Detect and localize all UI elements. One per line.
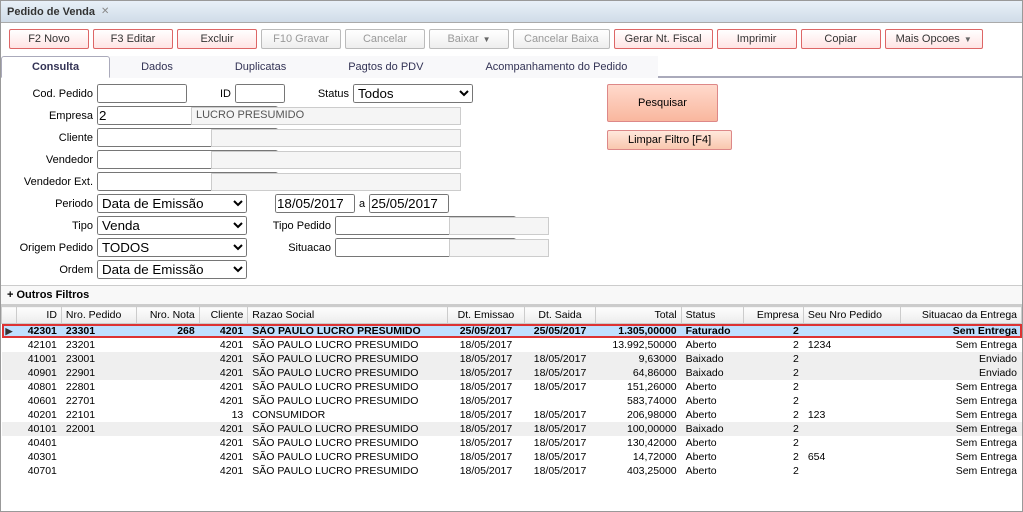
- tab-consulta[interactable]: Consulta: [1, 56, 110, 78]
- table-row[interactable]: 41001230014201SÃO PAULO LUCRO PRESUMIDO1…: [2, 352, 1022, 366]
- col-seu-nro[interactable]: Seu Nro Pedido: [803, 307, 900, 324]
- toolbar: F2 Novo F3 Editar Excluir F10 Gravar Can…: [1, 23, 1022, 53]
- table-row[interactable]: 40101220014201SÃO PAULO LUCRO PRESUMIDO1…: [2, 422, 1022, 436]
- ordem-label: Ordem: [9, 264, 93, 276]
- col-total[interactable]: Total: [596, 307, 681, 324]
- close-icon[interactable]: ✕: [99, 6, 111, 17]
- copiar-button[interactable]: Copiar: [801, 29, 881, 49]
- table-row[interactable]: 40801228014201SÃO PAULO LUCRO PRESUMIDO1…: [2, 380, 1022, 394]
- col-cliente[interactable]: Cliente: [199, 307, 248, 324]
- limpar-filtro-button[interactable]: Limpar Filtro [F4]: [607, 130, 732, 150]
- gerar-nf-button[interactable]: Gerar Nt. Fiscal: [614, 29, 713, 49]
- titlebar: Pedido de Venda ✕: [1, 1, 1022, 23]
- col-id[interactable]: ID: [17, 307, 61, 324]
- empresa-label: Empresa: [9, 110, 93, 122]
- vendedor-ext-nome: [211, 173, 461, 191]
- periodo-fim-input[interactable]: [369, 194, 449, 213]
- col-empresa[interactable]: Empresa: [744, 307, 803, 324]
- ordem-select[interactable]: Data de Emissão: [97, 260, 247, 279]
- table-row[interactable]: 42301233012684201SÃO PAULO LUCRO PRESUMI…: [2, 324, 1022, 339]
- cliente-nome: [211, 129, 461, 147]
- gravar-button[interactable]: F10 Gravar: [261, 29, 341, 49]
- col-nro-pedido[interactable]: Nro. Pedido: [61, 307, 136, 324]
- vendedor-ext-label: Vendedor Ext.: [9, 176, 93, 188]
- origem-label: Origem Pedido: [9, 242, 93, 254]
- cliente-label: Cliente: [9, 132, 93, 144]
- table-row[interactable]: 402012210113CONSUMIDOR18/05/201718/05/20…: [2, 408, 1022, 422]
- mais-opcoes-button[interactable]: Mais Opcoes▼: [885, 29, 983, 49]
- imprimir-button[interactable]: Imprimir: [717, 29, 797, 49]
- table-row[interactable]: 40901229014201SÃO PAULO LUCRO PRESUMIDO1…: [2, 366, 1022, 380]
- tab-pagtos[interactable]: Pagtos do PDV: [317, 56, 454, 78]
- status-select[interactable]: Todos: [353, 84, 473, 103]
- chevron-down-icon: ▼: [964, 35, 972, 44]
- origem-select[interactable]: TODOS: [97, 238, 247, 257]
- status-label: Status: [289, 88, 349, 100]
- table-row[interactable]: 42101232014201SÃO PAULO LUCRO PRESUMIDO1…: [2, 338, 1022, 352]
- empresa-nome: LUCRO PRESUMIDO: [191, 107, 461, 125]
- tab-dados[interactable]: Dados: [110, 56, 204, 78]
- table-row[interactable]: 40601227014201SÃO PAULO LUCRO PRESUMIDO1…: [2, 394, 1022, 408]
- col-emissao[interactable]: Dt. Emissao: [448, 307, 524, 324]
- table-row[interactable]: 403014201SÃO PAULO LUCRO PRESUMIDO18/05/…: [2, 450, 1022, 464]
- vendedor-nome: [211, 151, 461, 169]
- tab-acompanhamento[interactable]: Acompanhamento do Pedido: [454, 56, 658, 78]
- cod-pedido-input[interactable]: [97, 84, 187, 103]
- col-razao[interactable]: Razao Social: [248, 307, 448, 324]
- table-row[interactable]: 407014201SÃO PAULO LUCRO PRESUMIDO18/05/…: [2, 464, 1022, 478]
- col-entrega[interactable]: Situacao da Entrega: [900, 307, 1021, 324]
- window-title: Pedido de Venda: [7, 6, 95, 18]
- cancelar-button[interactable]: Cancelar: [345, 29, 425, 49]
- table-row[interactable]: 404014201SÃO PAULO LUCRO PRESUMIDO18/05/…: [2, 436, 1022, 450]
- col-saida[interactable]: Dt. Saida: [524, 307, 596, 324]
- baixar-button[interactable]: Baixar▼: [429, 29, 509, 49]
- col-nro-nota[interactable]: Nro. Nota: [136, 307, 199, 324]
- tipo-pedido-label: Tipo Pedido: [251, 220, 331, 232]
- tab-duplicatas[interactable]: Duplicatas: [204, 56, 317, 78]
- chevron-down-icon: ▼: [483, 35, 491, 44]
- tipo-label: Tipo: [9, 220, 93, 232]
- periodo-ini-input[interactable]: [275, 194, 355, 213]
- periodo-label: Periodo: [9, 198, 93, 210]
- novo-button[interactable]: F2 Novo: [9, 29, 89, 49]
- periodo-tipo-select[interactable]: Data de Emissão: [97, 194, 247, 213]
- tabs: Consulta Dados Duplicatas Pagtos do PDV …: [1, 55, 1022, 78]
- orders-grid[interactable]: ID Nro. Pedido Nro. Nota Cliente Razao S…: [1, 306, 1022, 478]
- id-label: ID: [191, 88, 231, 100]
- vendedor-label: Vendedor: [9, 154, 93, 166]
- outros-filtros-header[interactable]: + Outros Filtros: [1, 285, 1022, 305]
- id-input[interactable]: [235, 84, 285, 103]
- col-status[interactable]: Status: [681, 307, 744, 324]
- situacao-label: Situacao: [251, 242, 331, 254]
- pesquisar-button[interactable]: Pesquisar: [607, 84, 718, 122]
- tipo-select[interactable]: Venda: [97, 216, 247, 235]
- editar-button[interactable]: F3 Editar: [93, 29, 173, 49]
- periodo-a-label: a: [359, 198, 365, 210]
- cod-pedido-label: Cod. Pedido: [9, 88, 93, 100]
- excluir-button[interactable]: Excluir: [177, 29, 257, 49]
- cancelar-baixa-button[interactable]: Cancelar Baixa: [513, 29, 610, 49]
